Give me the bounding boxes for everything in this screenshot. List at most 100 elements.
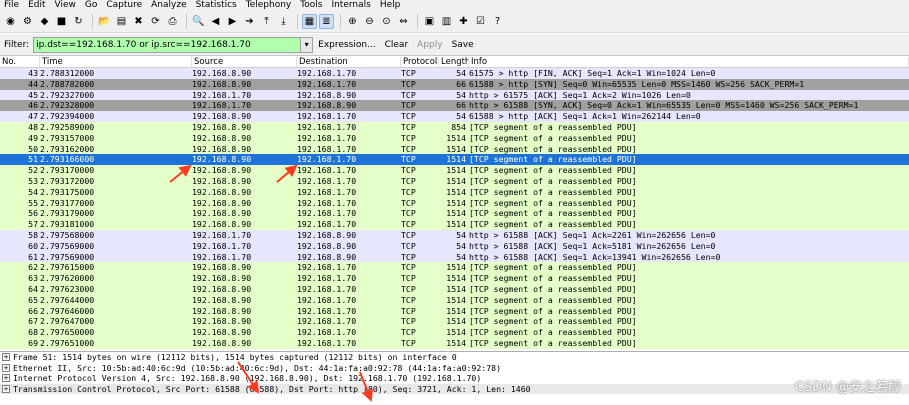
column-header-no[interactable]: No. bbox=[0, 57, 40, 67]
display-filters-icon[interactable]: ▥ bbox=[439, 14, 454, 29]
go-first-icon[interactable]: ⤒ bbox=[259, 14, 274, 29]
auto-scroll-icon[interactable]: ≣ bbox=[319, 14, 334, 29]
packet-row[interactable]: 43 2.788312000 192.168.8.90 192.168.1.70 TCP… bbox=[0, 68, 909, 79]
packet-row[interactable]: 66 2.797646000 192.168.8.90 192.168.1.70 TCP… bbox=[0, 305, 909, 317]
menu-analyze[interactable]: Analyze bbox=[151, 0, 186, 11]
packet-no: 67 bbox=[28, 316, 38, 327]
menu-statistics[interactable]: Statistics bbox=[196, 0, 237, 11]
packet-row[interactable]: 60 2.797569000 192.168.1.70 192.168.8.90 TCP… bbox=[0, 240, 909, 252]
packet-row[interactable]: 47 2.792394000 192.168.8.90 192.168.1.70 TCP… bbox=[0, 111, 909, 122]
close-file-icon[interactable]: ✖ bbox=[131, 14, 146, 29]
packet-row[interactable]: 54 2.793175000 192.168.8.90 192.168.1.70 TCP… bbox=[0, 186, 909, 198]
colorize-icon[interactable]: ▦ bbox=[302, 14, 317, 29]
packet-row[interactable]: 55 2.793177000 192.168.8.90 192.168.1.70 TCP… bbox=[0, 197, 909, 209]
stop-capture-icon[interactable]: ■ bbox=[54, 14, 69, 29]
capture-options-icon[interactable]: ⚙ bbox=[20, 14, 35, 29]
resize-columns-icon[interactable]: ⇔ bbox=[396, 14, 411, 29]
help-icon[interactable]: ? bbox=[490, 14, 505, 29]
zoom-in-icon[interactable]: ⊕ bbox=[345, 14, 360, 29]
expand-icon[interactable]: + bbox=[2, 363, 10, 372]
packet-row[interactable]: 61 2.797569000 192.168.1.70 192.168.8.90 TCP… bbox=[0, 251, 909, 263]
expand-icon[interactable]: + bbox=[2, 374, 10, 383]
go-forward-icon[interactable]: ▶ bbox=[225, 14, 240, 29]
packet-row[interactable]: 45 2.792327000 192.168.1.70 192.168.8.90 TCP… bbox=[0, 89, 909, 101]
packet-row[interactable]: 68 2.797650000 192.168.8.90 192.168.1.70 TCP… bbox=[0, 327, 909, 338]
detail-tcp[interactable]: + Transmission Control Protocol, Src Port… bbox=[0, 383, 909, 394]
column-header-time[interactable]: Time bbox=[40, 57, 192, 67]
packet-time: 2.797650000 bbox=[40, 327, 95, 338]
expand-icon[interactable]: + bbox=[2, 353, 10, 362]
capture-filters-icon[interactable]: ▣ bbox=[422, 14, 437, 29]
go-back-icon[interactable]: ◀ bbox=[208, 14, 223, 29]
detail-frame[interactable]: + Frame 51: 1514 bytes on wire (12112 bit… bbox=[0, 352, 909, 363]
menu-help[interactable]: Help bbox=[380, 0, 401, 11]
menu-tools[interactable]: Tools bbox=[300, 0, 322, 11]
detail-text: Transmission Control Protocol, Src Port:… bbox=[13, 383, 531, 394]
save-filter-button[interactable]: Save bbox=[452, 40, 474, 50]
packet-row[interactable]: 64 2.797623000 192.168.8.90 192.168.1.70 TCP… bbox=[0, 283, 909, 295]
open-file-icon[interactable]: 📂 bbox=[97, 14, 112, 29]
packet-protocol: TCP bbox=[401, 143, 416, 154]
menu-file[interactable]: File bbox=[4, 0, 19, 11]
apply-filter-button[interactable]: Apply bbox=[417, 40, 442, 50]
expand-icon[interactable]: + bbox=[2, 384, 10, 393]
menu-internals[interactable]: Internals bbox=[331, 0, 370, 11]
column-header-source[interactable]: Source bbox=[192, 57, 297, 67]
column-header-info[interactable]: Info bbox=[469, 57, 909, 67]
expression-button[interactable]: Expression... bbox=[318, 40, 375, 50]
packet-row[interactable]: 69 2.797651000 192.168.8.90 192.168.1.70 TCP… bbox=[0, 337, 909, 349]
packet-protocol: TCP bbox=[401, 78, 416, 89]
save-file-icon[interactable]: ▤ bbox=[114, 14, 129, 29]
packet-time: 2.797615000 bbox=[40, 262, 95, 273]
packet-no: 65 bbox=[28, 294, 38, 305]
packet-row[interactable]: 62 2.797615000 192.168.8.90 192.168.1.70 TCP… bbox=[0, 262, 909, 274]
packet-list[interactable]: No. Time Source Destination Protocol Len… bbox=[0, 57, 909, 352]
packet-row[interactable]: 58 2.797568000 192.168.1.70 192.168.8.90 TCP… bbox=[0, 229, 909, 241]
menu-go[interactable]: Go bbox=[85, 0, 97, 11]
packet-row[interactable]: 63 2.797620000 192.168.8.90 192.168.1.70 TCP… bbox=[0, 273, 909, 284]
packet-row[interactable]: 46 2.792328000 192.168.1.70 192.168.8.90 TCP… bbox=[0, 100, 909, 112]
find-packet-icon[interactable]: 🔍 bbox=[191, 14, 206, 29]
packet-row[interactable]: 48 2.792589000 192.168.8.90 192.168.1.70 TCP… bbox=[0, 121, 909, 133]
clear-filter-button[interactable]: Clear bbox=[385, 40, 409, 50]
go-last-icon[interactable]: ⤓ bbox=[276, 14, 291, 29]
selected-packet-row[interactable]: 51 2.793166000 192.168.8.90 192.168.1.70 TCP… bbox=[0, 154, 909, 166]
menu-capture[interactable]: Capture bbox=[106, 0, 142, 11]
packet-row[interactable]: 49 2.793157000 192.168.8.90 192.168.1.70 TCP… bbox=[0, 132, 909, 144]
packet-row[interactable]: 53 2.793172000 192.168.8.90 192.168.1.70 TCP… bbox=[0, 175, 909, 187]
packet-no: 54 bbox=[28, 186, 38, 197]
detail-ethernet[interactable]: + Ethernet II, Src: 10:5b:ad:40:6c:9d (10… bbox=[0, 363, 909, 374]
column-header-destination[interactable]: Destination bbox=[297, 57, 401, 67]
column-header-length[interactable]: Length bbox=[439, 57, 469, 67]
zoom-out-icon[interactable]: ⊖ bbox=[362, 14, 377, 29]
coloring-rules-icon[interactable]: ✚ bbox=[456, 14, 471, 29]
menu-edit[interactable]: Edit bbox=[28, 0, 45, 11]
packet-row[interactable]: 57 2.793181000 192.168.8.90 192.168.1.70 TCP… bbox=[0, 219, 909, 230]
packet-row[interactable]: 67 2.797647000 192.168.8.90 192.168.1.70 TCP… bbox=[0, 316, 909, 328]
preferences-icon[interactable]: ☑ bbox=[473, 14, 488, 29]
display-filter-input[interactable]: ip.dst==192.168.1.70 or ip.src==192.168.… bbox=[33, 36, 302, 53]
packet-details-pane[interactable]: + Frame 51: 1514 bytes on wire (12112 bit… bbox=[0, 352, 909, 405]
toolbar-separator bbox=[186, 14, 187, 29]
menu-telephony[interactable]: Telephony bbox=[246, 0, 292, 11]
start-capture-icon[interactable]: ◆ bbox=[37, 14, 52, 29]
packet-row[interactable]: 56 2.793179000 192.168.8.90 192.168.1.70 TCP… bbox=[0, 208, 909, 220]
packet-row[interactable]: 50 2.793162000 192.168.8.90 192.168.1.70 TCP… bbox=[0, 143, 909, 155]
packet-row[interactable]: 65 2.797644000 192.168.8.90 192.168.1.70 TCP… bbox=[0, 294, 909, 306]
reload-icon[interactable]: ⟳ bbox=[148, 14, 163, 29]
packet-source: 192.168.1.70 bbox=[192, 240, 252, 251]
menu-view[interactable]: View bbox=[55, 0, 76, 11]
normal-size-icon[interactable]: ⊙ bbox=[379, 14, 394, 29]
packet-protocol: TCP bbox=[401, 68, 416, 78]
detail-ipv4[interactable]: + Internet Protocol Version 4, Src: 192.1… bbox=[0, 373, 909, 384]
column-header-protocol[interactable]: Protocol bbox=[401, 57, 439, 67]
packet-destination: 192.168.1.70 bbox=[297, 273, 357, 284]
packet-protocol: TCP bbox=[401, 240, 416, 251]
packet-row[interactable]: 44 2.788782000 192.168.8.90 192.168.1.70 TCP… bbox=[0, 78, 909, 90]
filter-history-dropdown[interactable]: ▾ bbox=[301, 36, 314, 53]
go-to-packet-icon[interactable]: ➔ bbox=[242, 14, 257, 29]
packet-row[interactable]: 52 2.793170000 192.168.8.90 192.168.1.70 TCP… bbox=[0, 165, 909, 176]
print-icon[interactable]: ⎙ bbox=[165, 14, 180, 29]
restart-capture-icon[interactable]: ↻ bbox=[71, 14, 86, 29]
interface-list-icon[interactable]: ◉ bbox=[3, 14, 18, 29]
